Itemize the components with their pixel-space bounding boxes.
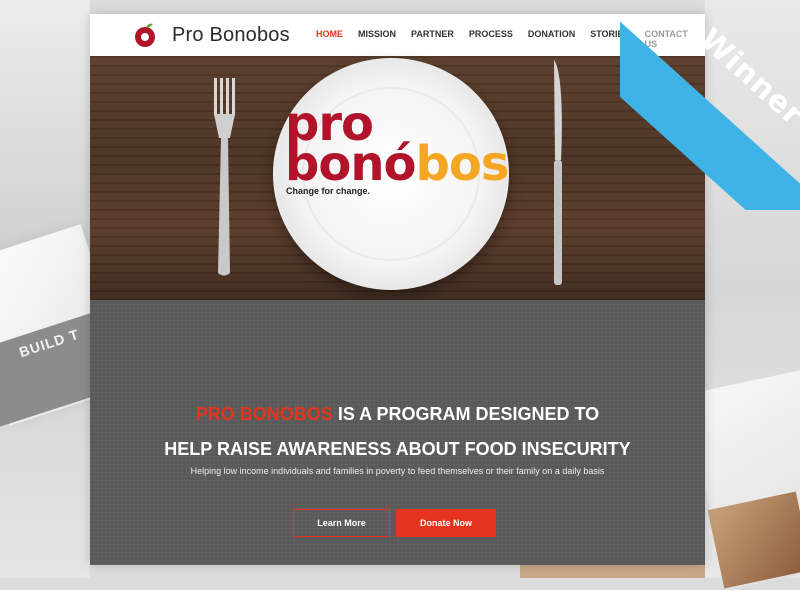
site-logo-text[interactable]: Pro Bonobos: [172, 24, 290, 47]
background-left: BUILD T: [0, 0, 134, 578]
website-preview: Pro Bonobos HOME MISSION PARTNER PROCESS…: [90, 14, 705, 565]
nav-donation[interactable]: DONATION: [528, 29, 575, 49]
learn-more-button[interactable]: Learn More: [293, 509, 390, 537]
hero-tagline: Change for change.: [286, 186, 371, 196]
knife-icon: [554, 60, 562, 285]
headline-accent: PRO BONOBOS: [195, 404, 333, 424]
hero-banner: pro bonóbos Change for change.: [90, 56, 705, 300]
nav-home[interactable]: HOME: [316, 29, 343, 49]
donate-now-button[interactable]: Donate Now: [396, 509, 496, 537]
fork-icon: [214, 78, 235, 276]
brand-word-bos: bos: [415, 136, 509, 192]
nav-process[interactable]: PROCESS: [469, 29, 513, 49]
site-header: Pro Bonobos HOME MISSION PARTNER PROCESS…: [90, 14, 705, 56]
headline-rest: IS A PROGRAM DESIGNED TO: [332, 404, 600, 424]
background-bottom-strip: [520, 565, 705, 578]
brand-word-bonobos: bonóbos: [285, 140, 509, 188]
mission-subline: Helping low income individuals and famil…: [190, 466, 605, 476]
apple-logo-icon: [135, 23, 155, 47]
mission-headline-line2: HELP RAISE AWARENESS ABOUT FOOD INSECURI…: [164, 439, 631, 459]
brand-word-bono: bonó: [285, 136, 416, 192]
mission-headline-line1: PRO BONOBOS IS A PROGRAM DESIGNED TO: [90, 404, 705, 425]
hero-brand-logo: pro bonóbos: [285, 100, 509, 188]
nav-mission[interactable]: MISSION: [358, 29, 396, 49]
nav-partner[interactable]: PARTNER: [411, 29, 454, 49]
mission-section: PRO BONOBOS IS A PROGRAM DESIGNED TO HEL…: [90, 300, 705, 565]
